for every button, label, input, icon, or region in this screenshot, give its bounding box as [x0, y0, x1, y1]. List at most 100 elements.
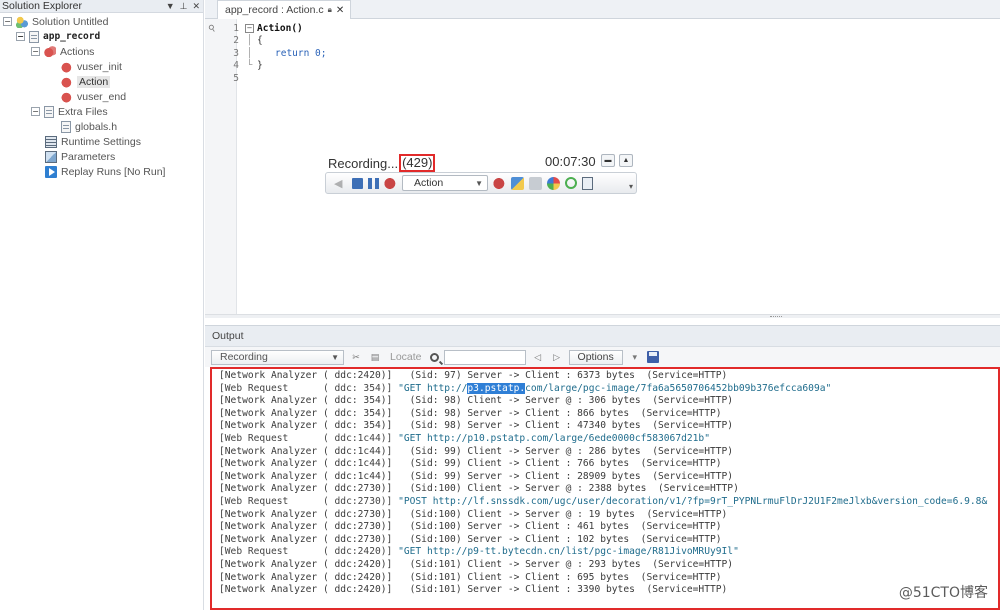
- settings-icon: [45, 135, 57, 148]
- tree-item-actions[interactable]: − Actions: [31, 44, 94, 59]
- solution-icon: [16, 15, 28, 28]
- back-icon[interactable]: ◀: [334, 177, 347, 190]
- word-wrap-icon[interactable]: ▤: [368, 350, 382, 364]
- log-line: [Network Analyzer ( ddc: 354)] (Sid: 98)…: [219, 407, 722, 419]
- new-action-icon[interactable]: [493, 176, 506, 190]
- code-text: Action(): [257, 22, 303, 34]
- replay-icon: [45, 165, 57, 178]
- log-line: [Network Analyzer ( ddc: 354)] (Sid: 98)…: [219, 395, 734, 407]
- action-select[interactable]: Action ▼: [402, 175, 488, 191]
- tree-item-vuser-end[interactable]: vuser_end: [61, 89, 126, 104]
- recording-label: Recording...: [328, 155, 399, 171]
- parameters-icon: [45, 150, 57, 163]
- log-line: [Network Analyzer ( ddc:1c44)] (Sid: 99)…: [219, 470, 734, 482]
- actions-icon: [44, 45, 56, 58]
- collapse-icon[interactable]: −: [31, 47, 40, 56]
- minimize-toolbar-icon[interactable]: ▬: [601, 154, 615, 167]
- tree-item-label: Solution Untitled: [32, 15, 109, 28]
- code-area[interactable]: 1 − Action() 2 │ { 3 │ return 0; 4 └ } 5: [227, 22, 326, 85]
- tree-item-label: vuser_end: [77, 90, 127, 103]
- find-previous-icon[interactable]: ◁: [531, 350, 545, 364]
- tree-item-label: app_record: [43, 31, 101, 42]
- action-icon: [61, 75, 73, 88]
- tree-item-parameters[interactable]: Parameters: [45, 149, 115, 164]
- tree-item-label: Runtime Settings: [61, 135, 141, 148]
- insert-rendezvous-icon[interactable]: [511, 176, 524, 190]
- recording-event-count: (429): [399, 154, 436, 172]
- log-line: [Network Analyzer ( ddc:2730)] (Sid:100)…: [219, 533, 722, 545]
- tree-item-app-record[interactable]: − app_record: [16, 29, 100, 44]
- bookmark-pin-icon[interactable]: ⚲: [206, 22, 218, 35]
- tree-item-replay-runs[interactable]: Replay Runs [No Run]: [45, 164, 165, 179]
- recording-toolbar: Recording... (429) 00:07:30 ▬ ▲ ◀ Action…: [325, 152, 637, 194]
- log-line: [Network Analyzer ( ddc:2420)] (Sid: 97)…: [219, 370, 728, 381]
- collapse-icon[interactable]: −: [16, 32, 25, 41]
- collapse-toolbar-icon[interactable]: ▲: [619, 154, 633, 167]
- tab-action-c[interactable]: app_record : Action.c 🔒︎ ✕: [217, 0, 352, 19]
- tree-item-label: Replay Runs [No Run]: [61, 165, 166, 178]
- solution-explorer-header-icons: ▼ ⊥ ✕: [166, 1, 200, 12]
- log-line: [Network Analyzer ( ddc:2730)] (Sid:100)…: [219, 508, 728, 520]
- tree-item-extra-files[interactable]: − Extra Files: [31, 104, 108, 119]
- log-line: [Network Analyzer ( ddc:2730)] (Sid:100)…: [219, 483, 739, 495]
- recording-controls: ◀ Action ▼ ▾: [325, 172, 637, 194]
- insert-transaction-icon[interactable]: [547, 176, 560, 190]
- output-panel: Output Recording ▼ ✂ ▤ Locate ◁ ▷ Option…: [205, 325, 1000, 610]
- editor-horizontal-scrollbar[interactable]: [205, 314, 1000, 318]
- line-number: 1: [233, 22, 239, 34]
- insert-step-icon[interactable]: [529, 176, 542, 190]
- output-header: Output: [205, 325, 1000, 347]
- log-line: [Network Analyzer ( ddc:2420)] (Sid:101)…: [219, 558, 734, 570]
- code-line: 1 − Action(): [227, 22, 326, 35]
- tree-item-action[interactable]: Action: [61, 74, 111, 89]
- tree-item-label: Actions: [60, 45, 95, 58]
- log-line: [Network Analyzer ( ddc: 354)] (Sid: 98)…: [219, 420, 734, 432]
- code-text: return 0;: [275, 47, 327, 59]
- cancel-recording-icon[interactable]: [384, 176, 397, 190]
- pin-icon[interactable]: ⊥: [180, 1, 188, 12]
- output-log[interactable]: [Network Analyzer ( ddc:2420)] (Sid: 97)…: [210, 367, 1000, 610]
- recording-timer: 00:07:30: [545, 154, 596, 169]
- folder-icon: [44, 105, 54, 118]
- options-button[interactable]: Options: [568, 349, 623, 365]
- file-icon: [61, 120, 71, 133]
- output-source-value: Recording: [220, 351, 268, 363]
- tree-item-solution[interactable]: − Solution Untitled: [3, 14, 108, 29]
- save-icon[interactable]: [646, 351, 659, 363]
- collapse-icon[interactable]: −: [31, 107, 40, 116]
- code-text: {: [257, 35, 263, 47]
- output-source-select[interactable]: Recording ▼: [211, 349, 344, 365]
- clear-output-icon[interactable]: ✂: [349, 350, 363, 364]
- action-icon: [61, 90, 73, 103]
- code-line: 3 │ return 0;: [227, 47, 326, 60]
- log-line: [Network Analyzer ( ddc:2420)] (Sid:101)…: [219, 584, 728, 596]
- toolbar-overflow-icon[interactable]: ▾: [629, 182, 633, 191]
- locate-button[interactable]: Locate: [387, 351, 425, 363]
- stop-icon[interactable]: [352, 177, 363, 189]
- log-line: [Network Analyzer ( ddc:1c44)] (Sid: 99)…: [219, 445, 734, 457]
- line-number: 3: [233, 47, 239, 59]
- script-icon: [29, 30, 39, 43]
- chevron-down-icon[interactable]: ▾: [628, 350, 642, 364]
- log-line-request: [Web Request ( ddc:1c44)] "GET http://p1…: [219, 432, 710, 444]
- tree-item-label: globals.h: [75, 120, 118, 133]
- chevron-down-icon[interactable]: ▼: [166, 1, 175, 12]
- tree-item-runtime-settings[interactable]: Runtime Settings: [45, 134, 141, 149]
- chevron-down-icon: ▼: [331, 352, 339, 362]
- regenerate-icon[interactable]: [565, 177, 577, 189]
- tree-item-label: Extra Files: [58, 105, 108, 118]
- tree-item-label: vuser_init: [77, 60, 122, 73]
- tree-item-globals[interactable]: globals.h: [61, 119, 117, 134]
- pause-icon[interactable]: [368, 177, 379, 189]
- editor-tab-strip: app_record : Action.c 🔒︎ ✕: [205, 0, 1000, 19]
- code-text: }: [257, 60, 263, 72]
- insert-comment-icon[interactable]: [582, 176, 593, 190]
- close-icon[interactable]: ✕: [192, 1, 200, 12]
- find-next-icon[interactable]: ▷: [550, 350, 564, 364]
- panel-splitter-grip[interactable]: [770, 316, 782, 318]
- collapse-icon[interactable]: −: [3, 17, 12, 26]
- output-search-input[interactable]: [443, 349, 526, 365]
- fold-collapse-icon[interactable]: −: [245, 23, 254, 33]
- close-icon[interactable]: ✕: [336, 5, 344, 16]
- tree-item-vuser-init[interactable]: vuser_init: [61, 59, 122, 74]
